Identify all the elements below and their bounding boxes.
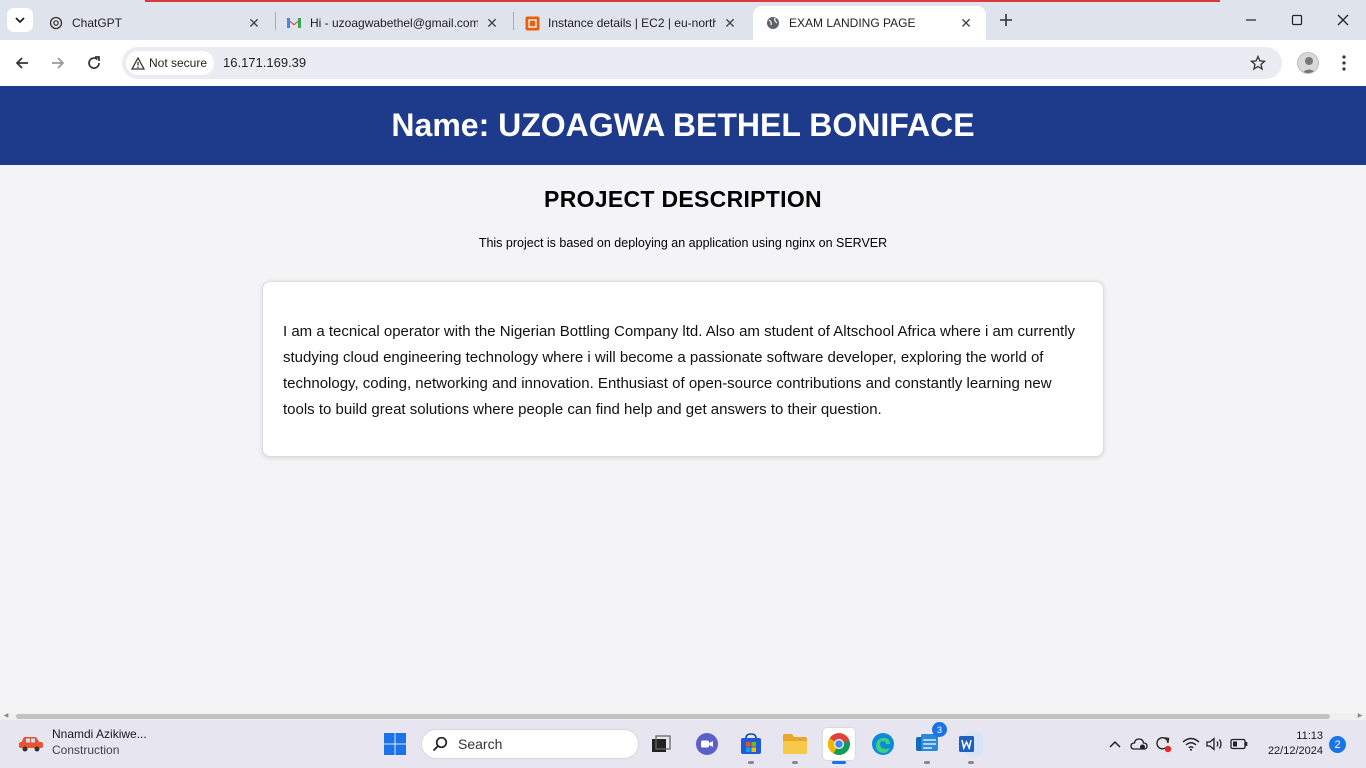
close-icon[interactable]: ✕ (722, 15, 738, 31)
bookmark-button[interactable] (1246, 51, 1270, 75)
tab-title: Instance details | EC2 | eu-north-1 (548, 16, 716, 30)
tab-title: EXAM LANDING PAGE (789, 16, 916, 30)
update-status-button[interactable] (1153, 734, 1173, 754)
volume-button[interactable] (1205, 734, 1225, 754)
chatgpt-icon (48, 15, 64, 31)
meet-button[interactable] (691, 728, 723, 760)
tab-search-button[interactable] (7, 8, 33, 32)
running-indicator (792, 761, 798, 764)
close-window-button[interactable] (1320, 0, 1366, 40)
maximize-icon (1291, 14, 1303, 26)
minimize-icon (1246, 19, 1256, 21)
microsoft-store-button[interactable] (735, 728, 767, 764)
refresh-alert-icon (1156, 737, 1172, 753)
close-icon (1337, 14, 1349, 26)
chevron-up-icon (1109, 740, 1121, 748)
edge-button[interactable] (867, 728, 899, 760)
clock-time: 11:13 (1296, 730, 1323, 742)
car-icon (19, 737, 43, 752)
tab-exam-landing-page[interactable]: EXAM LANDING PAGE ✕ (753, 6, 986, 40)
close-icon[interactable]: ✕ (246, 15, 262, 31)
tab-chatgpt[interactable]: ChatGPT ✕ (36, 6, 274, 40)
cloud-sync-icon (1130, 738, 1148, 750)
chrome-button[interactable] (823, 728, 855, 764)
tab-ec2[interactable]: Instance details | EC2 | eu-north-1 ✕ (512, 6, 750, 40)
page-title: Name: UZOAGWA BETHEL BONIFACE (391, 107, 975, 143)
url-text[interactable]: 16.171.169.39 (223, 55, 306, 70)
mail-button[interactable]: 3 (911, 722, 947, 764)
scroll-left-icon[interactable]: ◀ (2, 713, 10, 720)
wifi-button[interactable] (1181, 734, 1201, 754)
taskbar-clock[interactable]: 11:13 22/12/2024 (1255, 729, 1323, 759)
clock-date: 22/12/2024 (1267, 745, 1323, 757)
arrow-right-icon (52, 57, 65, 69)
word-icon (959, 733, 983, 755)
start-button[interactable] (379, 728, 411, 760)
kebab-menu-icon (1342, 55, 1346, 71)
search-placeholder: Search (458, 736, 503, 752)
running-indicator (748, 761, 754, 764)
onedrive-sync-button[interactable] (1129, 734, 1149, 754)
running-indicator (968, 761, 974, 764)
close-icon[interactable]: ✕ (484, 15, 500, 31)
page-header: Name: UZOAGWA BETHEL BONIFACE (0, 86, 1366, 165)
tab-gmail[interactable]: Hi - uzoagwabethel@gmail.com ✕ (274, 6, 512, 40)
security-label: Not secure (149, 56, 208, 70)
close-icon[interactable]: ✕ (958, 15, 974, 31)
chevron-down-icon (15, 17, 25, 24)
bio-text: I am a tecnical operator with the Nigeri… (283, 323, 1076, 418)
edge-icon (872, 733, 894, 755)
reload-icon (88, 56, 100, 69)
tab-title: Hi - uzoagwabethel@gmail.com (310, 16, 478, 30)
star-icon (1250, 55, 1266, 71)
reload-button[interactable] (79, 48, 109, 78)
file-explorer-button[interactable] (779, 728, 811, 764)
horizontal-scrollbar[interactable]: ◀ ▶ (0, 713, 1366, 720)
project-subtitle: This project is based on deploying an ap… (478, 236, 888, 250)
tab-strip-accent (145, 0, 1220, 2)
arrow-left-icon (15, 57, 28, 69)
scrollbar-thumb[interactable] (16, 714, 1330, 719)
windows-logo-icon (384, 733, 406, 755)
taskbar-search[interactable]: Search (421, 729, 639, 759)
running-indicator (924, 761, 930, 764)
warning-icon (131, 56, 145, 70)
speaker-icon (1206, 737, 1222, 751)
profile-avatar[interactable] (1297, 52, 1319, 74)
bio-card: I am a tecnical operator with the Nigeri… (262, 281, 1104, 457)
notification-badge[interactable]: 2 (1329, 736, 1346, 753)
weather-subtitle: Construction (52, 743, 120, 757)
security-chip[interactable]: Not secure (126, 51, 215, 75)
minimize-button[interactable] (1228, 0, 1274, 40)
gmail-icon (286, 15, 302, 31)
weather-widget[interactable]: Nnamdi Azikiwe... Construction (18, 726, 147, 758)
weather-title: Nnamdi Azikiwe... (52, 727, 147, 741)
mail-badge: 3 (932, 722, 947, 737)
tab-title: ChatGPT (72, 16, 123, 30)
wifi-icon (1182, 737, 1200, 751)
task-view-button[interactable] (645, 728, 677, 760)
task-view-icon (652, 735, 671, 752)
chrome-icon (827, 733, 850, 755)
scroll-right-icon[interactable]: ▶ (1356, 713, 1364, 720)
active-indicator (832, 761, 846, 764)
browser-menu-button[interactable] (1333, 51, 1355, 75)
search-icon (432, 736, 448, 752)
back-button[interactable] (7, 48, 37, 78)
camera-chat-icon (696, 733, 718, 755)
new-tab-button[interactable] (995, 9, 1017, 31)
folder-icon (783, 734, 807, 754)
maximize-button[interactable] (1274, 0, 1320, 40)
project-title: PROJECT DESCRIPTION (544, 186, 822, 212)
plus-icon (1000, 14, 1012, 26)
globe-icon (765, 15, 781, 31)
word-button[interactable] (955, 728, 987, 764)
forward-button[interactable] (43, 48, 73, 78)
battery-icon (1230, 738, 1248, 750)
aws-ec2-icon (524, 15, 540, 31)
store-icon (741, 733, 761, 754)
battery-button[interactable] (1229, 734, 1249, 754)
show-hidden-icons-button[interactable] (1105, 734, 1125, 754)
